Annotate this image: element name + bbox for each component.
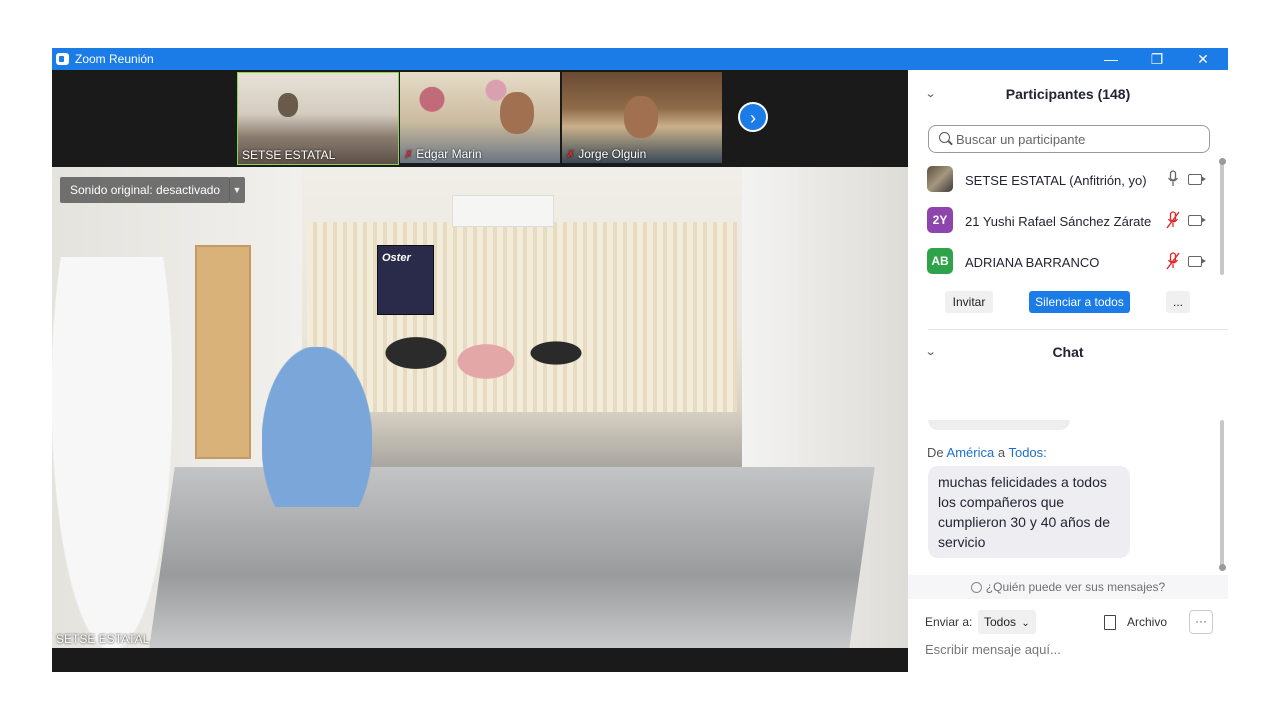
video-camera-icon[interactable] [1188, 174, 1206, 185]
mute-all-button[interactable]: Silenciar a todos [1029, 291, 1130, 313]
recipient-dropdown[interactable]: Todos ⌄ [978, 610, 1036, 634]
participant-row[interactable]: SETSE ESTATAL (Anfitrión, yo) [908, 160, 1220, 200]
side-panel: ⌄ Participantes (148) Buscar un particip… [908, 70, 1228, 672]
participant-thumbnail[interactable]: ✗ Jorge Olguin [562, 72, 722, 163]
chevron-down-icon: ⌄ [1021, 618, 1030, 629]
scrollbar-arrow[interactable] [1219, 158, 1226, 165]
chat-scrollbar[interactable] [1220, 420, 1224, 566]
participant-row[interactable]: 2Y 21 Yushi Rafael Sánchez Zárate [908, 201, 1220, 241]
mic-muted-icon: ✗ [404, 149, 414, 161]
search-placeholder: Buscar un participante [956, 132, 1086, 147]
close-button[interactable]: ✕ [1180, 48, 1226, 70]
participant-name: ADRIANA BARRANCO [965, 255, 1100, 270]
participants-header: Participantes (148) [1005, 86, 1131, 102]
video-scene [195, 245, 251, 459]
chat-more-button[interactable]: ··· [1189, 610, 1213, 634]
file-icon[interactable] [1104, 615, 1116, 630]
sender-name[interactable]: América [947, 445, 995, 460]
video-camera-icon[interactable] [1188, 215, 1206, 226]
participant-name: 21 Yushi Rafael Sánchez Zárate [965, 214, 1152, 229]
video-scene [149, 467, 875, 648]
avatar [927, 166, 953, 192]
window-title: Zoom Reunión [75, 52, 154, 66]
invite-button[interactable]: Invitar [945, 291, 993, 313]
participant-list: SETSE ESTATAL (Anfitrión, yo) 2Y 21 Yush… [908, 160, 1220, 280]
file-button[interactable]: Archivo [1127, 615, 1167, 629]
message-meta: De América a Todos: [927, 445, 1047, 460]
original-sound-button[interactable]: Sonido original: desactivado [60, 177, 231, 203]
chat-message-input[interactable]: Escribir mensaje aquí... [925, 642, 1061, 657]
previous-message-bubble [928, 420, 1070, 430]
video-scene: Oster [377, 245, 434, 315]
participant-row[interactable]: AB ADRIANA BARRANCO [908, 242, 1220, 282]
zoom-window: Zoom Reunión — ❐ ✕ SETSE ESTATAL ✗ Edgar … [52, 48, 1228, 672]
search-icon [939, 132, 950, 143]
more-options-button[interactable]: ... [1166, 291, 1190, 313]
avatar: AB [927, 248, 953, 274]
minimize-button[interactable]: — [1088, 48, 1134, 70]
video-scene [332, 285, 612, 455]
video-area: SETSE ESTATAL ✗ Edgar Marin ✗ Jorge Olguin… [52, 70, 908, 672]
thumbnail-name: Edgar Marin [416, 147, 482, 161]
participant-thumbnail[interactable]: SETSE ESTATAL [237, 72, 399, 165]
main-speaker-name: SETSE ESTATAL [56, 632, 150, 646]
chat-header: Chat [1052, 344, 1084, 360]
microphone-muted-icon[interactable] [1166, 211, 1180, 229]
video-feed [624, 96, 658, 138]
video-camera-icon[interactable] [1188, 256, 1206, 267]
send-to-label: Enviar a: [925, 615, 973, 629]
who-can-see-link[interactable]: ¿Quién puede ver sus mensajes? [908, 575, 1228, 599]
video-scene [262, 347, 372, 507]
microphone-icon[interactable] [1166, 170, 1180, 188]
maximize-button[interactable]: ❐ [1134, 48, 1180, 70]
video-feed [500, 92, 534, 134]
next-page-button[interactable]: › [738, 102, 768, 132]
chevron-right-icon: › [750, 108, 756, 128]
participants-scrollbar[interactable] [1220, 158, 1224, 275]
chat-message: muchas felicidades a todos los compañero… [928, 466, 1130, 558]
mic-muted-icon: ✗ [566, 149, 576, 161]
video-scene [452, 195, 554, 227]
avatar: 2Y [927, 207, 953, 233]
divider [928, 329, 1228, 330]
chevron-down-icon[interactable]: ▼ [229, 177, 245, 203]
microphone-muted-icon[interactable] [1166, 252, 1180, 270]
participant-thumbnail[interactable]: ✗ Edgar Marin [400, 72, 560, 163]
zoom-app-icon [56, 53, 69, 65]
participant-search-input[interactable]: Buscar un participante [928, 125, 1210, 153]
title-bar: Zoom Reunión — ❐ ✕ [52, 48, 1228, 70]
video-scene [52, 257, 172, 648]
main-video[interactable]: Oster Sonido original: desactivado ▼ SET… [52, 167, 908, 648]
video-feed [278, 93, 298, 117]
scrollbar-arrow[interactable] [1219, 564, 1226, 571]
participant-name: SETSE ESTATAL (Anfitrión, yo) [965, 173, 1147, 188]
recipient-name[interactable]: Todos: [1008, 445, 1046, 460]
thumbnail-name: Jorge Olguin [578, 147, 647, 161]
thumbnail-name: SETSE ESTATAL [242, 148, 336, 162]
person-icon [970, 582, 982, 594]
